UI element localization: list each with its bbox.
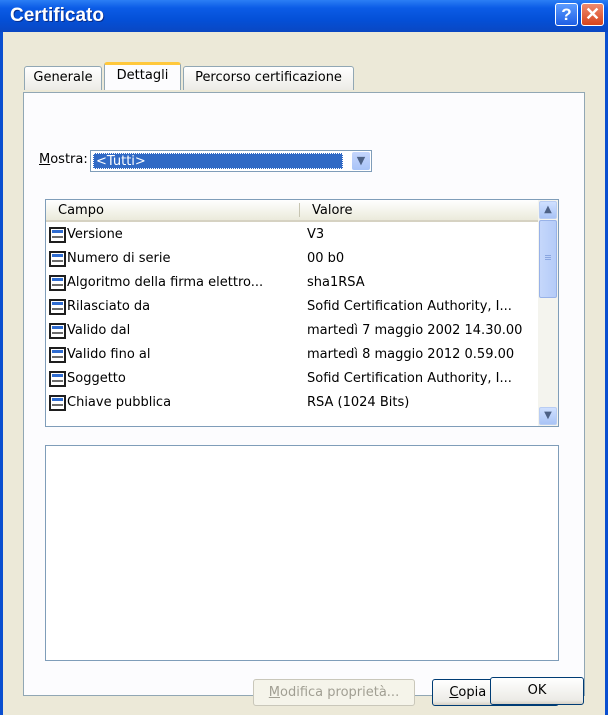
table-row[interactable]: Versione V3 [46, 224, 538, 248]
fields-list[interactable]: Campo Valore Versione V3 Numero di serie… [45, 199, 559, 427]
certificate-field-icon [49, 299, 66, 315]
help-button[interactable]: ? [555, 3, 578, 26]
field-name: Versione [67, 227, 123, 242]
field-name: Valido fino al [67, 347, 151, 362]
field-name: Chiave pubblica [67, 395, 172, 410]
tab-generale[interactable]: Generale [24, 66, 102, 90]
tab-percorso-certificazione[interactable]: Percorso certificazione [183, 66, 354, 90]
vertical-scrollbar[interactable]: ▲ ▼ [538, 200, 558, 426]
close-button[interactable]: ✕ [581, 3, 604, 26]
scrollbar-thumb[interactable] [539, 220, 557, 298]
table-row[interactable]: Valido fino al martedì 8 maggio 2012 0.5… [46, 344, 538, 368]
certificate-field-icon [49, 371, 66, 387]
column-header-campo[interactable]: Campo [58, 200, 104, 220]
show-dropdown-value: <Tutti> [93, 153, 343, 169]
field-value: V3 [307, 227, 325, 242]
window-title: Certificato [10, 5, 104, 26]
grip-icon [545, 255, 551, 256]
table-row[interactable]: Rilasciato da Sofid Certification Author… [46, 296, 538, 320]
table-row[interactable]: Chiave pubblica RSA (1024 Bits) [46, 392, 538, 416]
tab-dettagli[interactable]: Dettagli [104, 62, 181, 90]
certificate-field-icon [49, 347, 66, 363]
table-row[interactable]: Numero di serie 00 b0 [46, 248, 538, 272]
field-value: sha1RSA [307, 275, 365, 290]
edit-properties-button[interactable]: Modifica proprietà... [253, 679, 415, 706]
show-label: Mostra: [39, 152, 88, 167]
certificate-field-icon [49, 275, 66, 291]
field-value: Sofid Certification Authority, I... [307, 371, 512, 386]
field-name: Numero di serie [67, 251, 171, 266]
dialog-client-area: Generale Dettagli Percorso certificazion… [3, 32, 605, 715]
table-row[interactable]: Algoritmo della firma elettro... sha1RSA [46, 272, 538, 296]
title-bar[interactable]: Certificato ? ✕ [0, 0, 608, 32]
field-value: RSA (1024 Bits) [307, 395, 410, 410]
column-header-valore[interactable]: Valore [312, 200, 352, 220]
scroll-up-icon[interactable]: ▲ [539, 201, 557, 219]
field-name: Valido dal [67, 323, 131, 338]
details-panel: Mostra: <Tutti> ▼ Campo Valore Versione … [23, 92, 585, 706]
certificate-field-icon [49, 251, 66, 267]
scroll-down-icon[interactable]: ▼ [539, 407, 557, 425]
certificate-field-icon [49, 323, 66, 339]
value-detail-box[interactable] [45, 445, 559, 661]
list-header: Campo Valore [46, 200, 538, 222]
chevron-down-icon[interactable]: ▼ [352, 152, 370, 170]
field-value: martedì 7 maggio 2002 14.30.00 [307, 323, 523, 338]
certificate-field-icon [49, 395, 66, 411]
certificate-dialog: Certificato ? ✕ Generale Dettagli Percor… [0, 0, 608, 715]
table-row[interactable]: Soggetto Sofid Certification Authority, … [46, 368, 538, 392]
show-dropdown[interactable]: <Tutti> ▼ [90, 150, 372, 172]
certificate-field-icon [49, 227, 66, 243]
ok-button[interactable]: OK [490, 677, 584, 705]
field-value: 00 b0 [307, 251, 345, 266]
field-name: Rilasciato da [67, 299, 151, 314]
field-name: Algoritmo della firma elettro... [67, 275, 264, 290]
table-row[interactable]: Valido dal martedì 7 maggio 2002 14.30.0… [46, 320, 538, 344]
field-value: martedì 8 maggio 2012 0.59.00 [307, 347, 515, 362]
column-separator[interactable] [299, 203, 300, 217]
field-value: Sofid Certification Authority, I... [307, 299, 512, 314]
field-name: Soggetto [67, 371, 126, 386]
